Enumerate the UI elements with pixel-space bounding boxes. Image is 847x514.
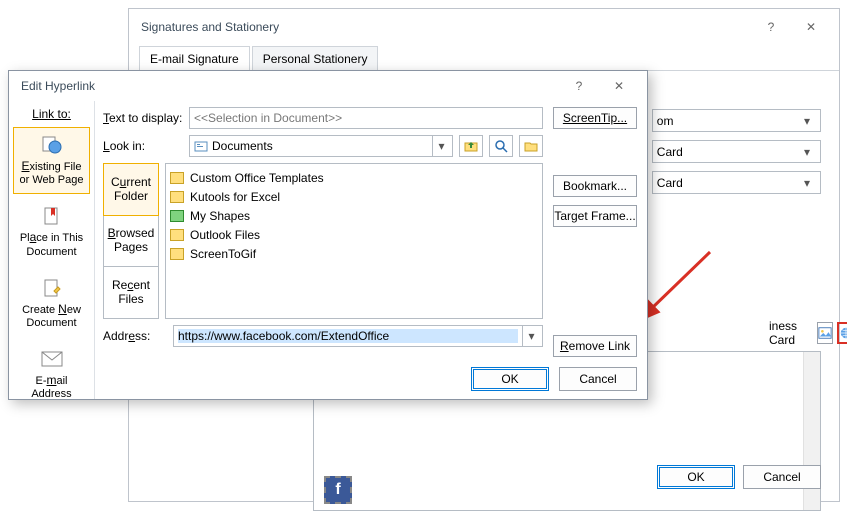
list-item[interactable]: Outlook Files — [170, 225, 538, 244]
address-label: Address: — [103, 329, 167, 343]
edit-hyperlink-dialog: Edit Hyperlink ? ✕ Link to: Existing Fil… — [8, 70, 648, 400]
edit-right-panel: ScreenTip... Bookmark... Target Frame...… — [95, 101, 647, 399]
bookmark-button[interactable]: Bookmark... — [553, 175, 637, 197]
sig-ok-button[interactable]: OK — [657, 465, 735, 489]
documents-folder-icon — [194, 139, 208, 153]
folder-icon — [170, 172, 184, 184]
signatures-titlebar: Signatures and Stationery ? ✕ — [129, 9, 839, 45]
remove-link-button[interactable]: Remove Link — [553, 335, 637, 357]
tab-current-folder[interactable]: Current Folder — [103, 163, 159, 216]
list-item[interactable]: My Shapes — [170, 206, 538, 225]
list-item[interactable]: Kutools for Excel — [170, 187, 538, 206]
tab-recent-files[interactable]: Recent Files — [104, 267, 158, 318]
folder-icon — [170, 248, 184, 260]
folder-icon — [170, 229, 184, 241]
look-in-label: Look in: — [103, 139, 183, 153]
sig-cancel-button[interactable]: Cancel — [743, 465, 821, 489]
browse-web-icon — [494, 139, 508, 153]
chevron-down-icon: ▾ — [432, 136, 450, 156]
look-in-select[interactable]: Documents ▾ — [189, 135, 453, 157]
globe-link-icon — [839, 326, 847, 340]
business-card-label: iness Card — [769, 319, 807, 347]
signatures-tabs: E-mail Signature Personal Stationery — [129, 45, 839, 71]
signatures-buttons: OK Cancel — [657, 465, 821, 489]
address-input[interactable]: https://www.facebook.com/ExtendOffice ▾ — [173, 325, 543, 347]
right-button-column: ScreenTip... Bookmark... Target Frame... — [553, 107, 637, 227]
list-item[interactable]: ScreenToGif — [170, 244, 538, 263]
tab-personal-stationery[interactable]: Personal Stationery — [252, 46, 379, 71]
list-item[interactable]: Custom Office Templates — [170, 168, 538, 187]
chevron-down-icon: ▾ — [522, 326, 540, 346]
tab-browsed-pages[interactable]: Browsed Pages — [104, 215, 158, 267]
insert-hyperlink-button[interactable] — [837, 322, 847, 344]
new-msg-select-value: Card — [657, 145, 683, 159]
text-to-display-label: Text to display: — [103, 111, 183, 125]
folder-up-icon — [464, 139, 478, 153]
chevron-down-icon: ▾ — [798, 176, 816, 190]
new-doc-icon — [40, 277, 64, 299]
account-select-value: om — [657, 114, 674, 128]
chevron-down-icon: ▾ — [798, 145, 816, 159]
envelope-icon — [40, 348, 64, 370]
edit-ok-button[interactable]: OK — [471, 367, 549, 391]
image-icon — [818, 326, 832, 340]
edit-close-button[interactable]: ✕ — [599, 72, 639, 100]
folder-icon — [170, 191, 184, 203]
account-select[interactable]: om ▾ — [652, 109, 821, 132]
bookmark-doc-icon — [40, 205, 64, 227]
facebook-image[interactable]: f — [324, 476, 352, 504]
edit-cancel-button[interactable]: Cancel — [559, 367, 637, 391]
up-folder-button[interactable] — [459, 135, 483, 157]
new-msg-select[interactable]: Card ▾ — [652, 140, 821, 163]
reply-select[interactable]: Card ▾ — [652, 171, 821, 194]
folder-icon — [170, 210, 184, 222]
folder-tab-strip: Current Folder Browsed Pages Recent File… — [103, 163, 159, 319]
reply-select-value: Card — [657, 176, 683, 190]
look-in-value: Documents — [212, 139, 428, 153]
close-button[interactable]: ✕ — [791, 13, 831, 41]
text-to-display-input[interactable]: <<Selection in Document>> — [189, 107, 543, 129]
browse-file-button[interactable] — [519, 135, 543, 157]
linkto-email-address[interactable]: E-mail Address — [13, 341, 90, 408]
link-to-label: Link to: — [13, 107, 90, 121]
address-value: https://www.facebook.com/ExtendOffice — [178, 329, 518, 343]
tab-email-signature[interactable]: E-mail Signature — [139, 46, 250, 71]
linkto-existing-file[interactable]: Existing File or Web Page — [13, 127, 90, 194]
insert-image-button[interactable] — [817, 322, 833, 344]
edit-title: Edit Hyperlink — [21, 79, 95, 93]
editor-toolbar: iness Card — [769, 319, 847, 347]
screentip-button[interactable]: ScreenTip... — [553, 107, 637, 129]
browse-web-button[interactable] — [489, 135, 513, 157]
link-to-panel: Link to: Existing File or Web Page Place… — [9, 101, 95, 399]
linkto-create-new[interactable]: Create New Document — [13, 270, 90, 337]
file-list[interactable]: Custom Office Templates Kutools for Exce… — [165, 163, 543, 319]
linkto-place-in-doc[interactable]: Place in This Document — [13, 198, 90, 265]
help-button[interactable]: ? — [751, 13, 791, 41]
chevron-down-icon: ▾ — [798, 114, 816, 128]
signatures-title: Signatures and Stationery — [141, 20, 279, 34]
edit-titlebar: Edit Hyperlink ? ✕ — [9, 71, 647, 101]
edit-help-button[interactable]: ? — [559, 72, 599, 100]
folder-open-icon — [524, 139, 538, 153]
globe-page-icon — [40, 134, 64, 156]
edit-button-bar: OK Cancel — [471, 367, 637, 391]
target-frame-button[interactable]: Target Frame... — [553, 205, 637, 227]
